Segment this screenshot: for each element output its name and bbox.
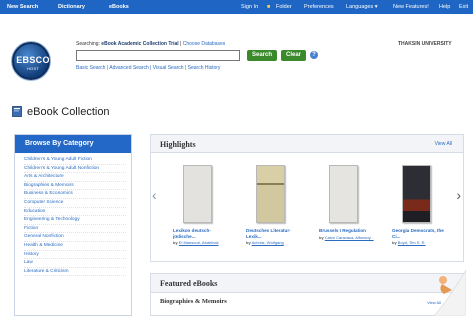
new-search-link[interactable]: New Search xyxy=(7,4,38,10)
category-item[interactable]: General Nonfiction xyxy=(24,233,126,242)
book-author-line: by Calvo Caravaca, Alfonsoy... xyxy=(319,235,377,240)
preferences-link[interactable]: Preferences xyxy=(304,4,334,10)
help-icon[interactable]: ? xyxy=(310,51,318,59)
book-author-line: by El Mansouri, Abdelhak xyxy=(173,240,231,245)
category-item[interactable]: Fiction xyxy=(24,225,126,234)
logo-sub-text: HOST xyxy=(26,66,40,71)
book-cover[interactable] xyxy=(329,165,358,223)
ebook-icon xyxy=(12,106,22,117)
carousel-prev-icon[interactable]: ‹ xyxy=(152,187,157,203)
ebooks-link[interactable]: eBooks xyxy=(109,4,129,10)
book-cover[interactable] xyxy=(183,165,212,223)
choose-databases-link[interactable]: Choose Databases xyxy=(183,41,226,47)
highlights-title: Highlights xyxy=(160,140,196,149)
search-input[interactable] xyxy=(76,50,240,61)
searching-label: Searching: xyxy=(76,41,100,47)
book-author[interactable]: Achnitz, Wolfgang xyxy=(252,240,284,245)
highlight-book[interactable]: Brussels I Regulation by Calvo Caravaca,… xyxy=(319,165,377,240)
languages-menu[interactable]: Languages ▾ xyxy=(346,4,378,10)
category-item[interactable]: Computer Science xyxy=(24,199,126,208)
logo-main-text: EBSCO xyxy=(16,55,50,65)
highlights-header: Highlights View All xyxy=(151,135,463,153)
highlight-book[interactable]: Deutsches Literatur-Lexik... by Achnitz,… xyxy=(246,165,304,245)
category-item[interactable]: Children's & Young Adult Fiction xyxy=(24,156,126,165)
carousel-next-icon[interactable]: › xyxy=(456,187,461,203)
category-list: Children's & Young Adult Fiction Childre… xyxy=(15,153,131,277)
new-features-link[interactable]: New Features! xyxy=(393,4,429,10)
book-title[interactable]: Deutsches Literatur-Lexik... xyxy=(246,228,304,239)
book-title[interactable]: Georgia Democrats, the Ci... xyxy=(392,228,450,239)
book-by-label: by xyxy=(319,234,324,240)
book-author-line: by Achnitz, Wolfgang xyxy=(246,240,304,245)
top-toolbar: New Search Dictionary eBooks Sign In ■ F… xyxy=(0,0,473,14)
highlight-book[interactable]: Georgia Democrats, the Ci... by Boyd, Ti… xyxy=(392,165,450,245)
highlights-panel: Highlights View All ‹ › Lexikon deutsch-… xyxy=(150,134,464,262)
category-item[interactable]: Business & Economics xyxy=(24,190,126,199)
category-item[interactable]: Engineering & Technology xyxy=(24,216,126,225)
help-link[interactable]: Help xyxy=(439,4,450,10)
book-title[interactable]: Brussels I Regulation xyxy=(319,228,377,234)
highlight-book[interactable]: Lexikon deutsch-jüdische... by El Mansou… xyxy=(173,165,231,245)
clear-button[interactable]: Clear xyxy=(281,50,306,61)
book-cover[interactable] xyxy=(402,165,431,223)
category-item[interactable]: Children's & Young Adult Nonfiction xyxy=(24,165,126,174)
folder-icon[interactable]: ■ xyxy=(267,4,270,10)
highlights-view-all-link[interactable]: View All xyxy=(435,141,452,147)
book-by-label: by xyxy=(173,240,178,245)
ebsco-logo[interactable]: EBSCO HOST xyxy=(12,42,50,80)
category-item[interactable]: History xyxy=(24,251,126,260)
institution-name: THAKSIN UNIVERSITY xyxy=(398,41,452,47)
book-title[interactable]: Lexikon deutsch-jüdische... xyxy=(173,228,231,239)
category-item[interactable]: Health & Medicine xyxy=(24,242,126,251)
sign-in-link[interactable]: Sign In xyxy=(241,4,258,10)
book-author-line: by Boyd, Tim S. R. xyxy=(392,240,450,245)
dictionary-link[interactable]: Dictionary xyxy=(58,4,85,10)
book-by-label: by xyxy=(392,240,397,245)
book-author[interactable]: El Mansouri, Abdelhak xyxy=(179,240,219,245)
category-item[interactable]: Education xyxy=(24,208,126,217)
featured-ebooks-title: Featured eBooks xyxy=(151,274,463,293)
category-item[interactable]: Biographies & Memoirs xyxy=(24,182,126,191)
browse-by-category-panel: Browse By Category Children's & Young Ad… xyxy=(14,134,132,316)
page-title: eBook Collection xyxy=(27,106,110,118)
database-name: eBook Academic Collection Trial xyxy=(101,41,179,47)
exit-link[interactable]: Exit xyxy=(459,4,468,10)
browse-by-category-title: Browse By Category xyxy=(15,135,131,153)
book-author[interactable]: Boyd, Tim S. R. xyxy=(398,240,426,245)
featured-category-title: Biographies & Memoirs xyxy=(160,298,227,305)
category-item[interactable]: Literature & Criticism xyxy=(24,268,126,277)
search-button[interactable]: Search xyxy=(247,50,277,61)
folder-link[interactable]: Folder xyxy=(276,4,292,10)
page-curl-icon[interactable] xyxy=(434,270,466,316)
book-by-label: by xyxy=(246,240,251,245)
category-item[interactable]: Law xyxy=(24,259,126,268)
book-cover[interactable] xyxy=(256,165,285,223)
searching-line: Searching: eBook Academic Collection Tri… xyxy=(76,41,226,47)
featured-ebooks-panel: Featured eBooks Biographies & Memoirs Vi… xyxy=(150,273,464,316)
search-mode-links[interactable]: Basic Search | Advanced Search | Visual … xyxy=(76,65,220,71)
book-author[interactable]: Calvo Caravaca, Alfonsoy... xyxy=(325,235,374,240)
category-item[interactable]: Arts & Architecture xyxy=(24,173,126,182)
